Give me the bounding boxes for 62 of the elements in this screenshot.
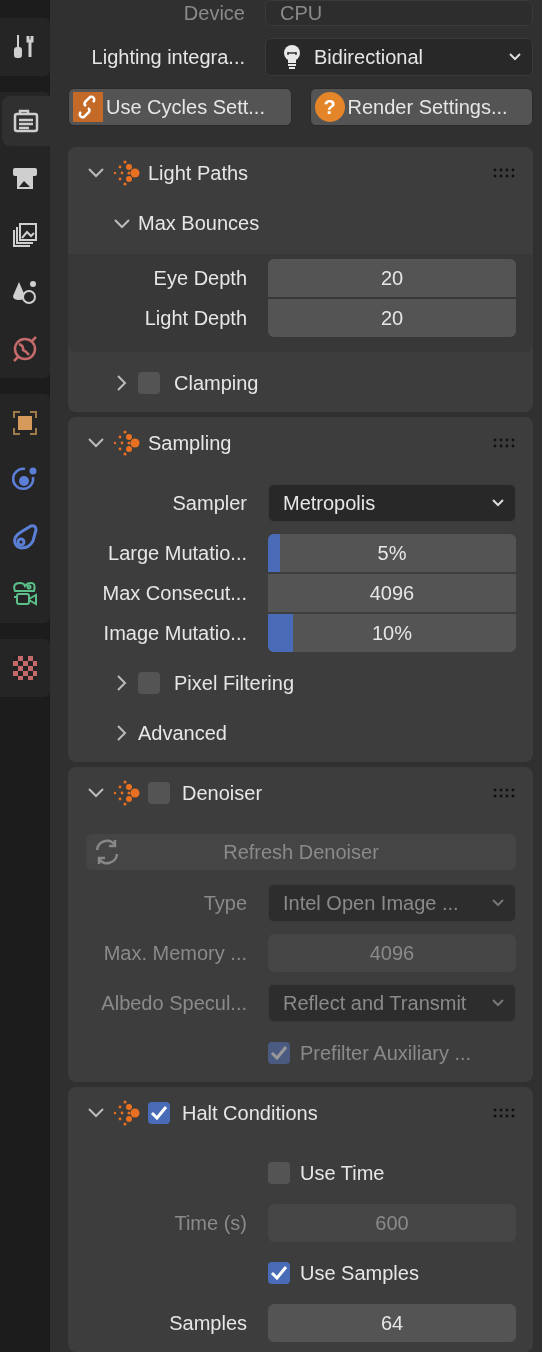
checkbox-label: Prefilter Auxiliary ... [300,1041,472,1065]
field-label: Time (s) [173,1211,247,1235]
drag-handle-icon[interactable] [492,168,516,178]
number-field[interactable]: 20 [268,259,516,297]
chevron-down-icon [508,52,522,62]
camera-back-icon [12,107,40,135]
number-field[interactable]: 4096 [268,574,516,612]
device-label: Device [182,1,245,25]
chain-link-icon [73,92,103,122]
field-label: Light Depth [143,306,247,330]
panel-title[interactable]: Halt Conditions [182,1101,486,1125]
slider-field[interactable]: 10% [268,614,516,652]
dots-arrow-icon [112,428,142,458]
dots-arrow-icon [112,158,142,188]
link-ring-icon [11,523,39,551]
lighting-integrator-dropdown[interactable]: Bidirectional [265,38,533,76]
properties-tab[interactable] [2,96,50,146]
field-label: Image Mutatio... [102,621,247,645]
scene-shapes-icon [11,278,39,306]
slider-field[interactable]: 5% [268,534,516,572]
number-field[interactable]: 64 [268,1304,516,1342]
chevron-down-icon [491,498,505,508]
subpanel-title[interactable]: Clamping [174,371,259,395]
chevron-down-icon[interactable] [86,1106,106,1120]
panel-title[interactable]: Light Paths [148,161,486,185]
operator-button[interactable]: ? Render Settings... [309,88,533,126]
field-label: Albedo Specul... [100,991,247,1015]
subpanel-title[interactable]: Max Bounces [138,211,260,235]
help-icon: ? [314,92,345,122]
globe-icon [11,335,39,363]
drag-handle-icon[interactable] [492,788,516,798]
checkbox-label: Use Samples [300,1261,419,1285]
operator-button[interactable]: Use Cycles Sett... [68,88,292,126]
field-label: Large Mutatio... [107,541,247,565]
image-stack-icon [11,221,39,249]
chevron-down-icon[interactable] [86,436,106,450]
panel-title[interactable]: Sampling [148,431,486,455]
chevron-down-icon[interactable] [86,166,106,180]
chevron-down-icon [491,998,505,1008]
drag-handle-icon[interactable] [492,1108,516,1118]
chevron-down-icon [491,898,505,908]
field-label: Max. Memory ... [102,941,247,965]
field-label: Max Consecut... [101,581,247,605]
dots-arrow-icon [112,778,142,808]
field-label: Sampler [171,491,247,515]
subpanel-title[interactable]: Pixel Filtering [174,671,295,695]
panel-title[interactable]: Denoiser [182,781,486,805]
movie-camera-icon [11,580,39,608]
checkbox-label: Use Time [300,1161,385,1185]
lighting-integrator-label: Lighting integra... [90,45,245,69]
dropdown[interactable]: Metropolis [268,484,516,522]
subpanel-title[interactable]: Advanced [138,721,227,745]
number-field[interactable]: 20 [268,299,516,337]
dots-arrow-icon [112,1098,142,1128]
object-square-icon [11,409,39,437]
drag-handle-icon[interactable] [492,438,516,448]
field-label: Eye Depth [152,266,247,290]
field-label: Samples [168,1311,247,1335]
checkbox[interactable] [268,1262,290,1284]
chevron-down-icon[interactable] [86,786,106,800]
field-label: Type [202,891,247,915]
checkbox[interactable] [148,1102,170,1124]
